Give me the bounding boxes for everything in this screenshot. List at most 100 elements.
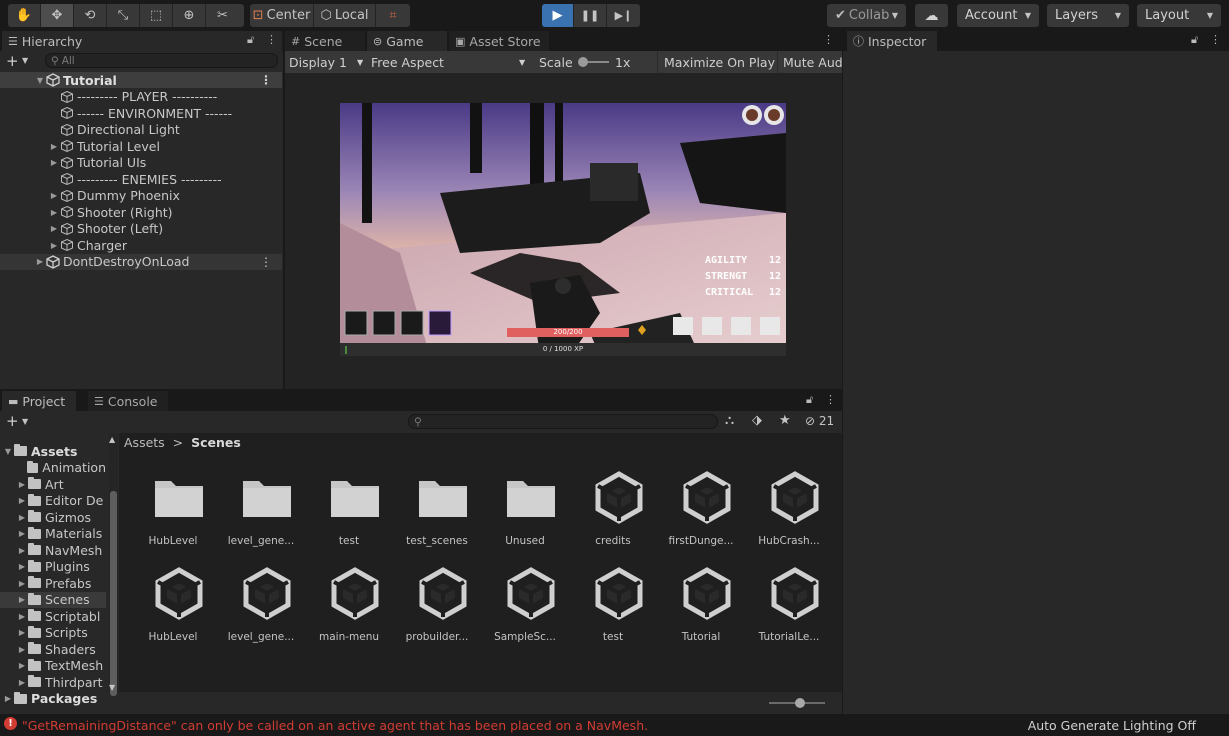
kebab-menu-icon[interactable]: ⋮	[823, 33, 834, 46]
hierarchy-item[interactable]: ▶ Charger	[0, 237, 282, 253]
hand-tool-button[interactable]: ✋	[8, 4, 41, 27]
hierarchy-scene-row[interactable]: ▼ Tutorial ⋮	[0, 72, 282, 88]
folder-tree-item[interactable]: ▶ Materials	[0, 526, 106, 542]
scale-slider-handle[interactable]	[578, 57, 588, 67]
folder-tree-item[interactable]: ▶ Editor De	[0, 493, 106, 509]
asset-folder[interactable]: test	[305, 469, 393, 565]
lock-icon[interactable]: 🔓︎	[806, 393, 813, 407]
expand-right-icon[interactable]: ▶	[16, 579, 28, 588]
folder-tree-item[interactable]: Animation	[0, 460, 106, 476]
kebab-menu-icon[interactable]: ⋮	[1210, 33, 1221, 46]
transform-tool-button[interactable]: ⊕	[173, 4, 206, 27]
pause-button[interactable]: ❚❚	[574, 4, 607, 27]
tag-icon[interactable]: ⬗	[752, 413, 762, 428]
breadcrumb-root[interactable]: Assets	[124, 435, 165, 450]
expand-down-icon[interactable]: ▼	[2, 447, 14, 456]
expand-right-icon[interactable]: ▶	[16, 645, 28, 654]
chevron-down-icon[interactable]: ▼	[22, 417, 28, 426]
scroll-down-icon[interactable]: ▼	[109, 683, 115, 692]
scroll-up-icon[interactable]: ▲	[109, 435, 115, 444]
hierarchy-item[interactable]: ▶ Tutorial UIs	[0, 155, 282, 171]
chevron-down-icon[interactable]: ▼	[22, 56, 28, 65]
cloud-button[interactable]: ☁	[915, 4, 948, 27]
star-icon[interactable]: ★	[779, 413, 791, 428]
expand-right-icon[interactable]: ▶	[48, 158, 60, 167]
tab-hierarchy[interactable]: ☰ Hierarchy	[2, 31, 282, 51]
folder-tree-item[interactable]: ▶ Scriptabl	[0, 608, 106, 624]
scale-slider[interactable]	[578, 57, 609, 67]
folder-tree-item[interactable]: ▶ Shaders	[0, 641, 106, 657]
hierarchy-item[interactable]: ------ ENVIRONMENT ------	[0, 105, 282, 121]
custom-tool-button[interactable]: ✂	[206, 4, 239, 27]
folder-tree-item[interactable]: ▶ Plugins	[0, 559, 106, 575]
display-dropdown[interactable]: Display 1 ▼	[289, 51, 369, 73]
expand-down-icon[interactable]: ▼	[34, 76, 46, 85]
folder-tree-item[interactable]: ▶ Scenes	[0, 591, 106, 608]
expand-right-icon[interactable]: ▶	[48, 224, 60, 233]
error-icon[interactable]: !	[4, 717, 17, 730]
folder-tree-item[interactable]: ▶ NavMesh	[0, 542, 106, 558]
folder-tree-item[interactable]: ▶ Scripts	[0, 625, 106, 641]
hierarchy-search-input[interactable]: ⚲ All	[45, 53, 278, 68]
expand-right-icon[interactable]: ▶	[16, 612, 28, 621]
expand-right-icon[interactable]: ▶	[16, 496, 28, 505]
kebab-menu-icon[interactable]: ⋮	[266, 33, 277, 46]
aspect-dropdown[interactable]: Free Aspect ▼	[371, 51, 531, 73]
add-icon[interactable]: +	[6, 52, 19, 70]
asset-scene[interactable]: HubLevel	[129, 565, 217, 661]
asset-scene[interactable]: Tutorial	[657, 565, 745, 661]
tab-asset-store[interactable]: ▣ Asset Store	[449, 31, 549, 51]
account-dropdown[interactable]: Account ▼	[957, 4, 1039, 27]
asset-folder[interactable]: level_gene...	[217, 469, 305, 565]
expand-right-icon[interactable]: ▶	[16, 678, 28, 687]
folder-tree-item[interactable]: ▶ Thirdpart	[0, 674, 106, 690]
game-viewport[interactable]: AGILITY 12 STRENGT 12 CRITICAL 12 200/20…	[285, 73, 842, 389]
expand-right-icon[interactable]: ▶	[48, 142, 60, 151]
lock-icon[interactable]: 🔓︎	[247, 33, 254, 47]
asset-scene[interactable]: SampleSc...	[481, 565, 569, 661]
move-tool-button[interactable]: ✥	[41, 4, 74, 27]
hierarchy-item[interactable]: Directional Light	[0, 122, 282, 138]
asset-folder[interactable]: Unused	[481, 469, 569, 565]
hierarchy-item[interactable]: ▶ Dummy Phoenix	[0, 188, 282, 204]
asset-scene[interactable]: credits	[569, 469, 657, 565]
icon-size-slider[interactable]	[769, 698, 825, 708]
folder-tree-item[interactable]: ▶ Packages	[0, 691, 106, 707]
expand-right-icon[interactable]: ▶	[48, 191, 60, 200]
maximize-on-play-toggle[interactable]: Maximize On Play	[657, 51, 777, 73]
kebab-menu-icon[interactable]: ⋮	[260, 255, 272, 269]
lock-icon[interactable]: 🔓︎	[1191, 33, 1198, 47]
asset-scene[interactable]: firstDunge...	[657, 469, 745, 565]
expand-right-icon[interactable]: ▶	[16, 595, 28, 604]
asset-scene[interactable]: HubCrash...	[745, 469, 833, 565]
step-button[interactable]: ▶❙	[607, 4, 640, 27]
hierarchy-item[interactable]: ▶ Shooter (Left)	[0, 221, 282, 237]
folder-tree-item[interactable]: ▶ Art	[0, 476, 106, 492]
rect-tool-button[interactable]: ⬚	[140, 4, 173, 27]
mute-audio-toggle[interactable]: Mute Audi	[777, 51, 842, 73]
asset-scene[interactable]: test	[569, 565, 657, 661]
folder-tree-item[interactable]: ▶ Gizmos	[0, 509, 106, 525]
tab-inspector[interactable]: ⓘ Inspector	[847, 31, 937, 51]
expand-right-icon[interactable]: ▶	[16, 562, 28, 571]
hidden-packages-button[interactable]: ⊘ 21	[805, 414, 834, 428]
asset-folder[interactable]: test_scenes	[393, 469, 481, 565]
console-error-message[interactable]: "GetRemainingDistance" can only be calle…	[22, 718, 648, 733]
asset-scene[interactable]: level_gene...	[217, 565, 305, 661]
pivot-local-button[interactable]: ⬡ Local	[314, 4, 376, 27]
tab-project[interactable]: ▬ Project	[2, 391, 76, 411]
folder-tree-item[interactable]: ▶ TextMesh	[0, 658, 106, 674]
kebab-menu-icon[interactable]: ⋮	[260, 73, 272, 87]
folder-tree-item[interactable]: ▶ Prefabs	[0, 575, 106, 591]
layers-dropdown[interactable]: Layers ▼	[1047, 4, 1129, 27]
hierarchy-item[interactable]: ▶ Tutorial Level	[0, 138, 282, 154]
asset-scene[interactable]: probuilder...	[393, 565, 481, 661]
icon-size-slider-handle[interactable]	[795, 698, 805, 708]
asset-scene[interactable]: TutorialLe...	[745, 565, 833, 661]
expand-right-icon[interactable]: ▶	[48, 208, 60, 217]
play-button[interactable]: ▶	[542, 4, 574, 27]
project-search-input[interactable]: ⚲	[408, 414, 718, 429]
tab-console[interactable]: ☰ Console	[88, 391, 168, 411]
game-render[interactable]	[340, 103, 786, 356]
rotate-tool-button[interactable]: ⟲	[74, 4, 107, 27]
